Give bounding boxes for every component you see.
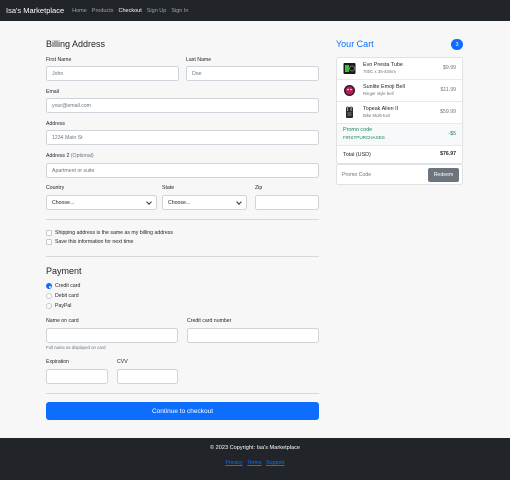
nav-link-checkout[interactable]: Checkout — [119, 8, 142, 14]
promo-row: Promo code FIRSTPURCHASES -$5 — [337, 124, 462, 146]
promo-label: Promo code — [343, 127, 373, 133]
continue-to-checkout-button[interactable]: Continue to checkout — [46, 402, 319, 420]
navbar: Isa's Marketplace Home Products Checkout… — [0, 0, 510, 21]
zip-label: Zip — [255, 185, 263, 191]
checkbox-box[interactable] — [46, 239, 52, 245]
total-label: Total (USD) — [343, 152, 371, 158]
paypal-label: PayPal — [55, 303, 72, 309]
first-name-label: First Name — [46, 57, 72, 63]
zip-field[interactable] — [255, 195, 319, 210]
cart-item-desc: 700C x 35-44mm — [363, 69, 396, 74]
state-select-value: Choose... — [168, 199, 191, 206]
cart-item-price: $59.99 — [440, 109, 456, 115]
save-info-checkbox[interactable]: Save this information for next time — [46, 239, 133, 245]
brand-logo[interactable]: Isa's Marketplace — [6, 6, 64, 15]
same-address-label: Shipping address is the same as my billi… — [55, 230, 173, 236]
footer-link-privacy[interactable]: Privacy — [225, 460, 242, 466]
radio-button[interactable] — [46, 303, 52, 309]
copyright-text: © 2023 Copyright: Isa's Marketplace — [209, 445, 301, 451]
radio-button-selected[interactable] — [46, 283, 52, 289]
nav-link-home[interactable]: Home — [72, 8, 87, 14]
nav-link-sign-in[interactable]: Sign In — [171, 8, 188, 14]
divider — [46, 219, 319, 220]
promo-code: FIRSTPURCHASES — [343, 135, 385, 140]
cart-item: Sunlite Emoji Bell Ringer style bell $11… — [337, 80, 462, 102]
promo-code-form: Promo Code Redeem — [336, 164, 463, 185]
cart-item-name: Evo Presta Tube — [363, 62, 403, 68]
last-name-field[interactable]: Doe — [186, 66, 319, 81]
radio-button[interactable] — [46, 293, 52, 299]
cart-item-price: $9.99 — [443, 65, 456, 71]
cart-title: Your Cart — [336, 39, 374, 49]
payment-title: Payment — [46, 266, 82, 276]
cart-item-name: Topeak Alien II — [363, 106, 399, 112]
name-on-card-label: Name on card — [46, 318, 79, 324]
card-number-field[interactable] — [187, 328, 319, 343]
divider — [46, 256, 319, 257]
bell-icon — [344, 85, 355, 96]
nav-link-sign-up[interactable]: Sign Up — [147, 8, 167, 14]
redeem-button[interactable]: Redeem — [428, 168, 459, 182]
country-select-value: Choose... — [52, 199, 75, 206]
footer-link-support[interactable]: Support — [266, 460, 285, 466]
nav-link-products[interactable]: Products — [92, 8, 114, 14]
billing-title: Billing Address — [46, 39, 106, 49]
same-address-checkbox[interactable]: Shipping address is the same as my billi… — [46, 230, 173, 236]
country-label: Country — [46, 185, 65, 191]
checkbox-box[interactable] — [46, 230, 52, 236]
multitool-icon — [346, 106, 353, 118]
footer-link-terms[interactable]: Terms — [247, 460, 261, 466]
optional-hint: (Optional) — [70, 153, 94, 159]
cart-item-desc: Ringer style bell — [363, 91, 394, 96]
last-name-label: Last Name — [186, 57, 212, 63]
cart-list: Evo Presta Tube 700C x 35-44mm $9.99 Sun… — [336, 57, 463, 164]
country-select[interactable]: Choose... — [46, 195, 157, 210]
divider — [46, 393, 319, 394]
address2-label-text: Address 2 — [46, 153, 70, 159]
email-label: Email — [46, 89, 59, 95]
state-label: State — [162, 185, 175, 191]
email-field[interactable]: your@email.com — [46, 98, 319, 113]
cart-count-badge: 3 — [451, 39, 463, 50]
save-info-label: Save this information for next time — [55, 239, 134, 245]
cart-item: Topeak Alien II Bike Multi-tool $59.99 — [337, 102, 462, 124]
name-on-card-field[interactable] — [46, 328, 178, 343]
address-label: Address — [46, 121, 66, 127]
address-field[interactable]: 1234 Main St — [46, 130, 319, 145]
credit-card-label: Credit card — [55, 283, 81, 289]
total-row: Total (USD) $76.97 — [337, 146, 462, 163]
expiration-label: Expiration — [46, 359, 70, 365]
chevron-down-icon — [236, 198, 242, 205]
chevron-down-icon — [146, 198, 152, 205]
promo-code-input[interactable]: Promo Code — [342, 168, 371, 182]
radio-paypal[interactable]: PayPal — [46, 303, 71, 309]
expiration-field[interactable] — [46, 369, 108, 384]
cvv-field[interactable] — [117, 369, 178, 384]
radio-debit-card[interactable]: Debit card — [46, 293, 79, 299]
state-select[interactable]: Choose... — [162, 195, 247, 210]
radio-credit-card[interactable]: Credit card — [46, 283, 80, 289]
cart-item-name: Sunlite Emoji Bell — [363, 84, 405, 90]
address2-label: Address 2 (Optional) — [46, 153, 94, 159]
total-value: $76.97 — [440, 151, 456, 157]
cart-item: Evo Presta Tube 700C x 35-44mm $9.99 — [337, 58, 462, 80]
promo-value: -$5 — [448, 131, 457, 137]
footer-links: Privacy Terms Support — [0, 460, 510, 466]
debit-card-label: Debit card — [55, 293, 79, 299]
name-on-card-help: Full name as displayed on card — [46, 345, 106, 350]
first-name-field[interactable]: John — [46, 66, 179, 81]
cart-item-price: $11.99 — [440, 87, 456, 93]
card-number-label: Credit card number — [187, 318, 232, 324]
cart-item-desc: Bike Multi-tool — [363, 113, 390, 118]
cvv-label: CVV — [117, 359, 128, 365]
tube-icon — [343, 63, 356, 74]
address2-field[interactable]: Apartment or suite — [46, 163, 319, 178]
